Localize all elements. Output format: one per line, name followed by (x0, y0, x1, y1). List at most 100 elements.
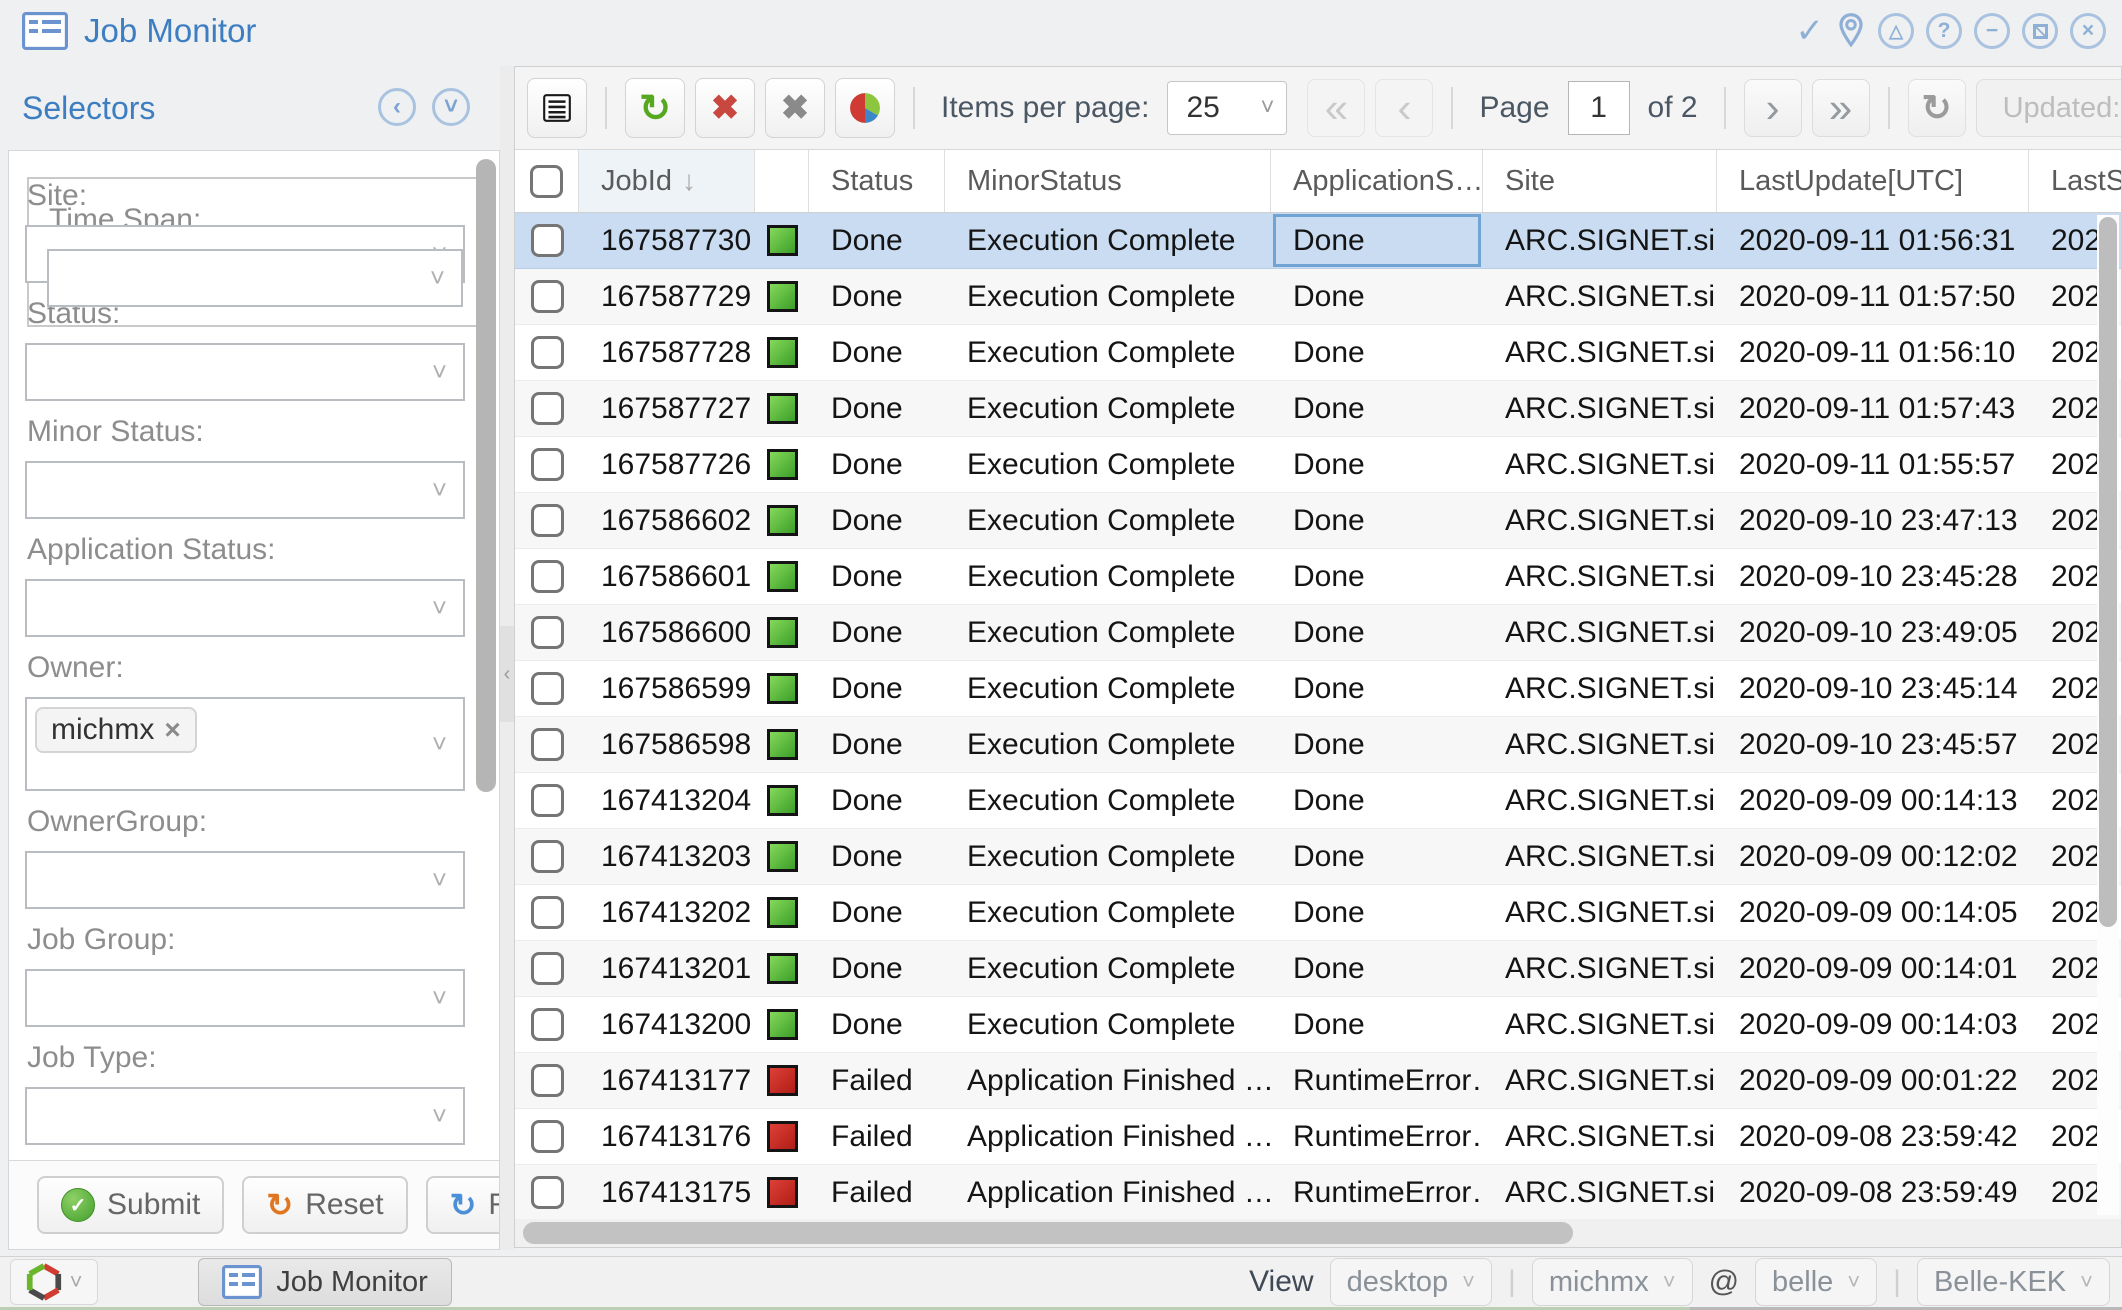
page-number-input[interactable] (1568, 81, 1630, 135)
collapse-down-button[interactable]: ˅ (432, 88, 470, 126)
table-row[interactable]: 167586598DoneExecution CompleteDoneARC.S… (515, 717, 2121, 773)
menu-button[interactable] (527, 78, 587, 138)
reload-table-button[interactable]: ↻ (625, 78, 685, 138)
jobid-cell: 167586602 (579, 493, 755, 548)
table-row[interactable]: 167413177FailedApplication Finished …Run… (515, 1053, 2121, 1109)
table-row[interactable]: 167587726DoneExecution CompleteDoneARC.S… (515, 437, 2121, 493)
column-header-jobid[interactable]: JobId ↓ (579, 150, 755, 212)
row-checkbox[interactable] (531, 784, 564, 817)
close-icon[interactable]: × (2070, 13, 2106, 49)
taskbar-job-monitor-button[interactable]: Job Monitor (198, 1258, 452, 1306)
table-row[interactable]: 167586600DoneExecution CompleteDoneARC.S… (515, 605, 2121, 661)
reset-button[interactable]: ↻ Reset (242, 1176, 407, 1234)
column-header-applicationstatus[interactable]: ApplicationS… (1271, 150, 1483, 212)
row-checkbox[interactable] (531, 224, 564, 257)
statistics-button[interactable] (835, 78, 895, 138)
column-header-lastsignoflife[interactable]: LastSig (2029, 150, 2121, 212)
row-select-cell (515, 549, 579, 604)
owner-tag[interactable]: michmx× (35, 707, 197, 753)
row-checkbox[interactable] (531, 1176, 564, 1209)
table-row[interactable]: 167413200DoneExecution CompleteDoneARC.S… (515, 997, 2121, 1053)
sidebar-scrollbar[interactable] (476, 153, 496, 1157)
table-row[interactable]: 167586601DoneExecution CompleteDoneARC.S… (515, 549, 2121, 605)
selector-combo[interactable]: ˅ (25, 579, 465, 637)
first-page-button[interactable]: « (1307, 79, 1365, 137)
row-select-cell (515, 269, 579, 324)
row-checkbox[interactable] (531, 1064, 564, 1097)
time-span-combo[interactable]: ˅ (47, 249, 463, 307)
selector-combo[interactable]: ˅ (25, 343, 465, 401)
table-row[interactable]: 167413202DoneExecution CompleteDoneARC.S… (515, 885, 2121, 941)
selector-combo[interactable]: ˅ (25, 969, 465, 1027)
selector-combo[interactable]: michmx× ˅ (25, 697, 465, 791)
remove-tag-icon[interactable]: × (164, 714, 180, 746)
group-select[interactable]: belle ˅ (1755, 1258, 1877, 1306)
column-header-site[interactable]: Site (1483, 150, 1717, 212)
kill-jobs-button[interactable]: ✖ (765, 78, 825, 138)
last-page-button[interactable]: » (1812, 79, 1870, 137)
panel-splitter[interactable]: ‹ (500, 66, 514, 1250)
table-row[interactable]: 167586599DoneExecution CompleteDoneARC.S… (515, 661, 2121, 717)
row-checkbox[interactable] (531, 672, 564, 705)
row-checkbox[interactable] (531, 1008, 564, 1041)
table-row[interactable]: 167413176FailedApplication Finished …Run… (515, 1109, 2121, 1165)
status-icon-cell (755, 605, 809, 660)
refresh-page-button[interactable]: ↻ (1908, 79, 1966, 137)
restore-icon[interactable] (2022, 13, 2058, 49)
splitter-collapse-handle[interactable]: ‹ (500, 626, 514, 722)
row-checkbox[interactable] (531, 448, 564, 481)
selector-combo[interactable]: ˅ (25, 851, 465, 909)
red-x-icon: ✖ (711, 88, 740, 128)
submit-button[interactable]: ✓ Submit (37, 1176, 224, 1234)
dirac-menu-button[interactable]: ˅ (10, 1259, 98, 1305)
row-checkbox[interactable] (531, 1120, 564, 1153)
table-row[interactable]: 167413201DoneExecution CompleteDoneARC.S… (515, 941, 2121, 997)
table-row[interactable]: 167587730DoneExecution CompleteDoneARC.S… (515, 213, 2121, 269)
collapse-left-button[interactable]: ‹ (378, 88, 416, 126)
row-checkbox[interactable] (531, 840, 564, 873)
row-checkbox[interactable] (531, 504, 564, 537)
view-select[interactable]: desktop ˅ (1330, 1258, 1492, 1306)
row-select-cell (515, 605, 579, 660)
maximize-icon[interactable]: △ (1878, 13, 1914, 49)
next-page-button[interactable]: › (1744, 79, 1802, 137)
row-checkbox[interactable] (531, 336, 564, 369)
table-row[interactable]: 167587727DoneExecution CompleteDoneARC.S… (515, 381, 2121, 437)
column-header-statusicon[interactable] (755, 150, 809, 212)
selector-combo[interactable]: ˅ (25, 461, 465, 519)
grid-vscroll-thumb[interactable] (2099, 217, 2117, 927)
check-icon[interactable]: ✓ (1796, 13, 1825, 49)
row-checkbox[interactable] (531, 616, 564, 649)
select-all-checkbox[interactable] (530, 165, 563, 198)
setup-select[interactable]: Belle-KEK ˅ (1917, 1258, 2110, 1306)
row-checkbox[interactable] (531, 392, 564, 425)
grid-hscroll-thumb[interactable] (523, 1222, 1573, 1244)
row-checkbox[interactable] (531, 728, 564, 761)
row-checkbox[interactable] (531, 952, 564, 985)
table-row[interactable]: 167586602DoneExecution CompleteDoneARC.S… (515, 493, 2121, 549)
column-header-status[interactable]: Status (809, 150, 945, 212)
table-row[interactable]: 167413203DoneExecution CompleteDoneARC.S… (515, 829, 2121, 885)
table-row[interactable]: 167413175FailedApplication Finished …Run… (515, 1165, 2121, 1221)
pin-icon[interactable] (1836, 12, 1866, 50)
refresh-button[interactable]: ↻ Refresh (426, 1176, 500, 1234)
column-header-minorstatus[interactable]: MinorStatus (945, 150, 1271, 212)
grid-vertical-scrollbar[interactable] (2097, 215, 2119, 1215)
table-row[interactable]: 167587729DoneExecution CompleteDoneARC.S… (515, 269, 2121, 325)
selector-combo[interactable]: ˅ (25, 1087, 465, 1145)
user-select[interactable]: michmx ˅ (1532, 1258, 1693, 1306)
row-checkbox[interactable] (531, 560, 564, 593)
grid-horizontal-scrollbar[interactable] (515, 1219, 2121, 1247)
row-checkbox[interactable] (531, 280, 564, 313)
help-icon[interactable]: ? (1926, 13, 1962, 49)
items-per-page-select[interactable]: 25 ˅ (1167, 81, 1287, 135)
selectors-title: Selectors (22, 90, 155, 127)
table-row[interactable]: 167587728DoneExecution CompleteDoneARC.S… (515, 325, 2121, 381)
delete-jobs-button[interactable]: ✖ (695, 78, 755, 138)
table-row[interactable]: 167413204DoneExecution CompleteDoneARC.S… (515, 773, 2121, 829)
row-checkbox[interactable] (531, 896, 564, 929)
sidebar-scroll-thumb[interactable] (476, 159, 496, 792)
prev-page-button[interactable]: ‹ (1375, 79, 1433, 137)
column-header-lastupdate[interactable]: LastUpdate[UTC] (1717, 150, 2029, 212)
minimize-icon[interactable]: − (1974, 13, 2010, 49)
